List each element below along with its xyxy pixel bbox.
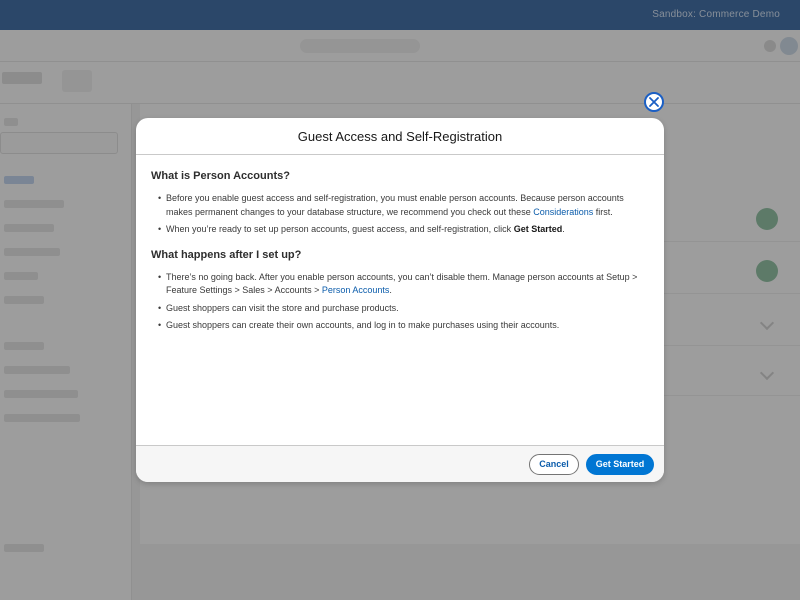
- list-item: Guest shoppers can create their own acco…: [151, 319, 649, 333]
- section-heading: What happens after I set up?: [151, 248, 302, 261]
- modal-header: Guest Access and Self-Registration: [136, 118, 664, 155]
- close-icon: [649, 97, 659, 107]
- bullet-text: .: [562, 224, 565, 234]
- bullet-text: When you’re ready to set up person accou…: [166, 224, 514, 234]
- considerations-link[interactable]: Considerations: [533, 207, 593, 217]
- bullet-list: Before you enable guest access and self-…: [151, 192, 649, 237]
- bullet-text: first.: [593, 206, 613, 217]
- bullet-bold-text: Get Started: [513, 224, 563, 234]
- modal-footer: Cancel Get Started: [136, 445, 664, 482]
- bullet-text: Guest shoppers can create their own acco…: [166, 320, 560, 330]
- guest-access-modal: Guest Access and Self-Registration What …: [136, 118, 664, 482]
- modal-body: What is Person Accounts? Before you enab…: [136, 155, 664, 445]
- list-item: There’s no going back. After you enable …: [151, 271, 649, 298]
- modal-title: Guest Access and Self-Registration: [297, 128, 503, 144]
- bullet-list: There’s no going back. After you enable …: [151, 271, 649, 333]
- bullet-text: There’s no going back. After you enable …: [166, 271, 638, 296]
- get-started-button[interactable]: Get Started: [586, 453, 654, 475]
- list-item: Guest shoppers can visit the store and p…: [151, 302, 649, 316]
- section-heading: What is Person Accounts?: [151, 170, 290, 182]
- close-button[interactable]: [644, 92, 664, 112]
- cancel-button[interactable]: Cancel: [529, 453, 579, 475]
- list-item: When you’re ready to set up person accou…: [151, 223, 649, 237]
- bullet-text: .: [389, 285, 392, 295]
- list-item: Before you enable guest access and self-…: [151, 192, 649, 219]
- person-accounts-link[interactable]: Person Accounts: [322, 285, 390, 295]
- bullet-text: Guest shoppers can visit the store and p…: [166, 302, 399, 313]
